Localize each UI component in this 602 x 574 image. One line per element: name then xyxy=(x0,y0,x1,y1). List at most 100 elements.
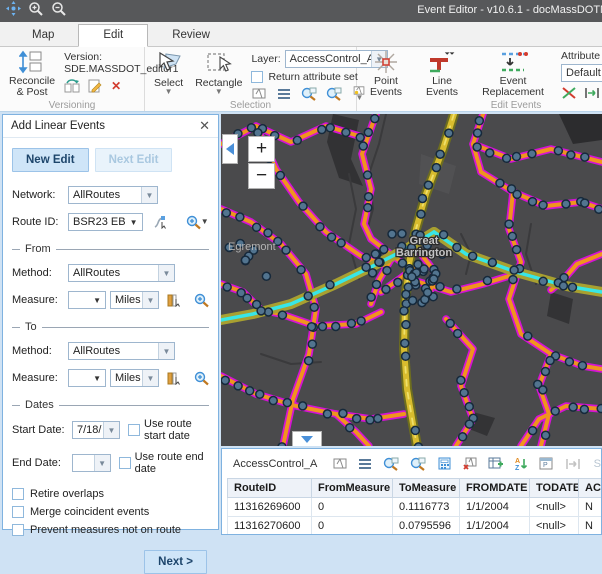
close-icon[interactable]: ✕ xyxy=(199,118,210,134)
line-events-icon xyxy=(428,50,456,74)
zoom-to-selection-icon[interactable] xyxy=(301,86,317,101)
collapse-panel-left-button[interactable] xyxy=(222,134,238,164)
pan-icon[interactable] xyxy=(6,1,21,21)
tab-review[interactable]: Review xyxy=(148,25,234,46)
delete-version-icon[interactable]: ✕ xyxy=(108,78,124,93)
return-attribute-set-label: Return attribute set xyxy=(268,71,357,83)
reconcile-post-button[interactable]: Reconcile & Post xyxy=(6,49,58,99)
start-date-input[interactable]: 7/18/ ▼ xyxy=(72,421,120,439)
prevent-measures-checkbox[interactable] xyxy=(12,524,24,536)
line-events-button[interactable]: Line Events xyxy=(419,49,465,99)
attribute-table-panel: AccessControl_A AZ P S xyxy=(221,448,602,535)
col-frommeasure[interactable]: FromMeasure xyxy=(312,479,393,498)
chevron-down-icon: ▼ xyxy=(165,89,173,95)
split-event-icon[interactable] xyxy=(561,85,576,100)
attributes-window-icon[interactable]: P xyxy=(539,456,553,471)
next-button[interactable]: Next > xyxy=(144,550,207,574)
merge-coincident-label: Merge coincident events xyxy=(30,506,149,518)
network-select[interactable]: AllRoutes ▼ xyxy=(68,186,158,204)
zoom-to-selected-icon[interactable] xyxy=(383,456,399,471)
from-method-select[interactable]: AllRoutes ▼ xyxy=(68,264,175,282)
group-versioning: Reconcile & Post Version: SDE.MASSDOT_ed… xyxy=(0,47,145,111)
next-edit-button[interactable]: Next Edit xyxy=(95,148,173,172)
post-icon[interactable] xyxy=(86,78,102,93)
network-label: Network: xyxy=(12,189,64,201)
chevron-down-icon: ▼ xyxy=(158,343,174,359)
from-measure-combo[interactable]: ▼ xyxy=(68,291,106,309)
from-measure-picker-icon[interactable] xyxy=(167,293,181,308)
chevron-down-icon: ▼ xyxy=(142,292,158,308)
table-row[interactable]: 11316269600 0 0.1116773 1/1/2004 <null> … xyxy=(228,498,602,517)
chevron-down-icon: ▼ xyxy=(201,219,209,225)
to-measure-combo[interactable]: ▼ xyxy=(68,369,106,387)
zoom-out-icon[interactable] xyxy=(51,1,67,22)
return-attribute-set-checkbox[interactable] xyxy=(251,71,263,83)
chevron-down-icon: ▼ xyxy=(158,265,174,281)
collapse-down-icon xyxy=(301,436,313,443)
select-features-icon[interactable] xyxy=(251,86,267,101)
map-canvas: Egremont Great Barrington xyxy=(221,114,602,446)
tab-edit[interactable]: Edit xyxy=(78,24,148,47)
merge-coincident-checkbox[interactable] xyxy=(12,506,24,518)
tab-map[interactable]: Map xyxy=(8,25,78,46)
table-row[interactable]: 11316270600 0 0.0795596 1/1/2004 <null> … xyxy=(228,517,602,536)
extend-event-icon[interactable] xyxy=(584,85,600,100)
point-events-button[interactable]: Point Events xyxy=(363,49,409,99)
table-select-tool-icon[interactable] xyxy=(332,456,346,471)
to-units-select[interactable]: Miles ▼ xyxy=(110,369,159,387)
col-routeid[interactable]: RouteID xyxy=(228,479,312,498)
use-route-start-checkbox[interactable] xyxy=(128,424,140,436)
to-method-select[interactable]: AllRoutes ▼ xyxy=(68,342,175,360)
zoom-to-from-measure-icon[interactable] xyxy=(194,293,209,308)
add-record-icon[interactable] xyxy=(488,456,503,471)
extend-record-icon[interactable] xyxy=(565,456,581,471)
point-events-icon xyxy=(373,50,399,74)
ribbon: Reconcile & Post Version: SDE.MASSDOT_ed… xyxy=(0,47,602,112)
use-route-end-checkbox[interactable] xyxy=(119,457,131,469)
group-edit-events: Point Events Line Events Event Replaceme… xyxy=(357,47,602,111)
sort-icon[interactable]: AZ xyxy=(514,456,528,471)
show-selected-records-icon[interactable] xyxy=(358,456,372,471)
table-header-row: RouteID FromMeasure ToMeasure FROMDATE T… xyxy=(228,479,602,498)
from-units-select[interactable]: Miles ▼ xyxy=(110,291,159,309)
attribute-set-label: Attribute Set: xyxy=(561,50,602,62)
new-edit-button[interactable]: New Edit xyxy=(12,148,89,172)
reconcile-icon[interactable] xyxy=(64,78,80,93)
prevent-measures-label: Prevent measures not on route xyxy=(30,524,181,536)
clear-table-selection-icon[interactable] xyxy=(463,456,477,471)
attribute-set-select[interactable]: Default xyxy=(561,64,602,82)
table-clipped-button[interactable]: S xyxy=(594,458,601,470)
zoom-to-to-measure-icon[interactable] xyxy=(194,371,209,386)
route-picker-icon[interactable] xyxy=(153,215,168,230)
to-measure-picker-icon[interactable] xyxy=(167,371,181,386)
map-zoom-in-button[interactable]: + xyxy=(248,136,275,162)
zoom-in-icon[interactable] xyxy=(28,1,44,22)
svg-text:P: P xyxy=(543,462,548,469)
map-zoom-out-button[interactable]: − xyxy=(248,163,275,189)
select-button[interactable]: Select ▼ xyxy=(151,49,186,99)
use-route-end-label: Use route end date xyxy=(135,451,209,475)
event-replacement-button[interactable]: Event Replacement xyxy=(475,49,551,99)
start-date-label: Start Date: xyxy=(12,424,68,436)
retire-overlaps-checkbox[interactable] xyxy=(12,488,24,500)
calculate-icon[interactable] xyxy=(437,456,451,471)
route-id-combo[interactable]: BSR23 EB ▼ xyxy=(68,213,143,231)
add-linear-events-panel: Add Linear Events ✕ New Edit Next Edit N… xyxy=(2,114,219,530)
chevron-down-icon: ▼ xyxy=(94,455,110,471)
selection-list-icon[interactable] xyxy=(276,86,292,101)
col-todate[interactable]: TODATE xyxy=(530,479,579,498)
rectangle-select-button[interactable]: Rectangle ▼ xyxy=(192,49,245,99)
from-method-label: Method: xyxy=(12,267,64,279)
chevron-down-icon: ▼ xyxy=(93,296,105,305)
collapse-left-icon xyxy=(226,143,234,155)
col-tomeasure[interactable]: ToMeasure xyxy=(393,479,460,498)
zoom-to-route-icon[interactable]: ▼ xyxy=(186,215,209,230)
svg-text:A: A xyxy=(515,458,520,465)
map-view[interactable]: Egremont Great Barrington xyxy=(221,114,602,446)
pan-to-selected-icon[interactable] xyxy=(410,456,426,471)
pan-to-selection-icon[interactable] xyxy=(326,86,342,101)
col-clipped[interactable]: AC xyxy=(579,479,602,498)
col-fromdate[interactable]: FROMDATE xyxy=(460,479,530,498)
collapse-table-button[interactable] xyxy=(292,431,322,446)
end-date-input[interactable]: ▼ xyxy=(72,454,111,472)
